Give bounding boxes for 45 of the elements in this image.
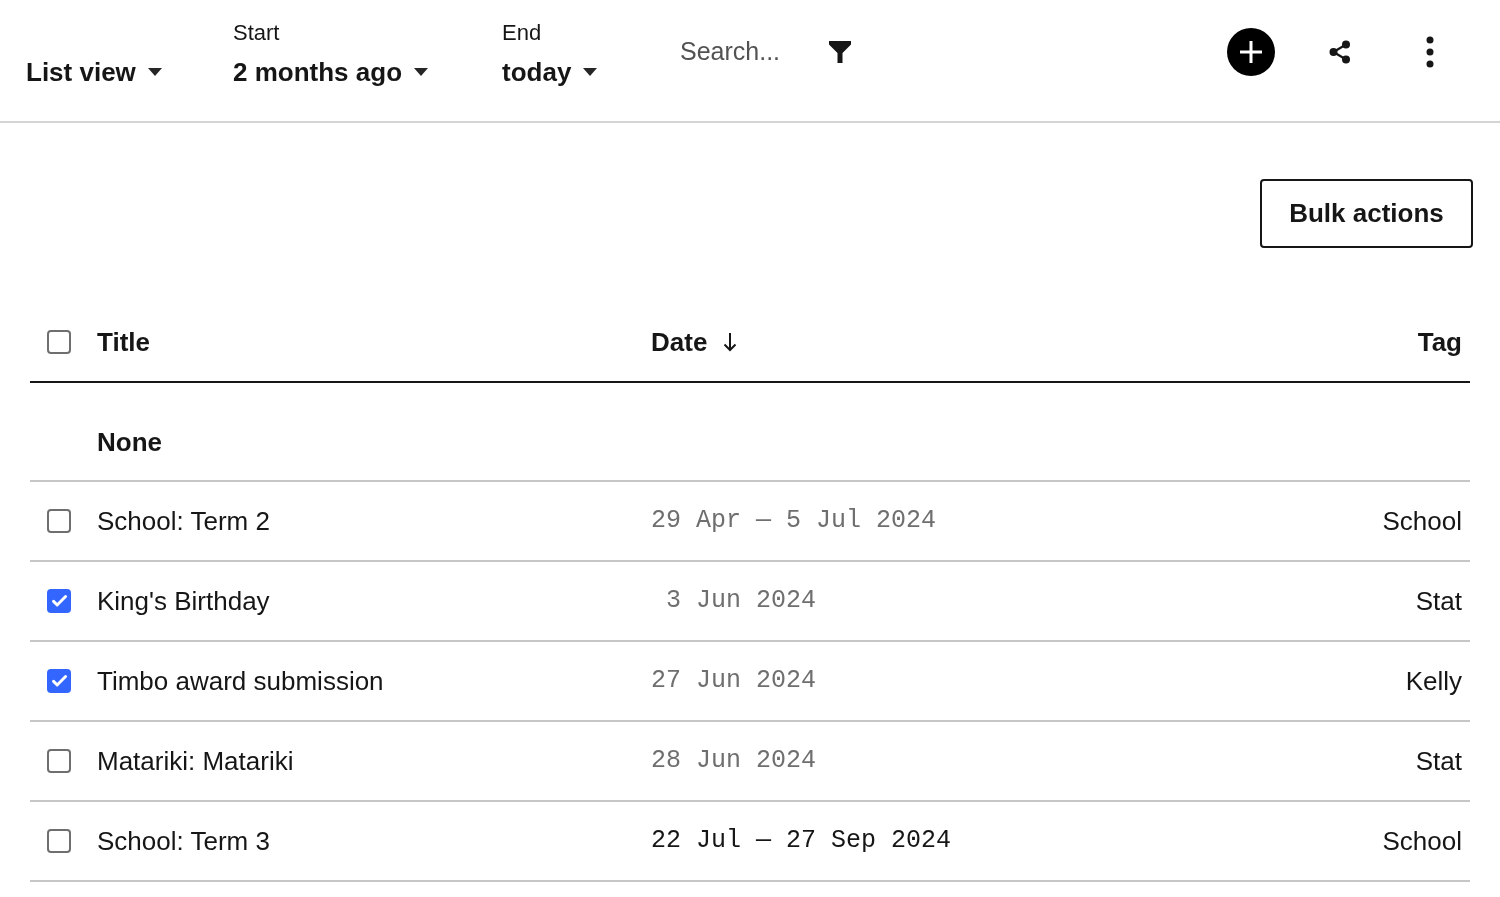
caret-down-icon (414, 68, 428, 76)
tag-cell-text: School (1382, 824, 1462, 858)
row-checkbox[interactable] (47, 589, 71, 613)
group-heading: None (97, 426, 162, 458)
title-cell-text: Timbo award submission (97, 664, 384, 698)
add-button[interactable] (1227, 28, 1275, 76)
date-cell-text: 22 Jul — 27 Sep 2024 (651, 825, 952, 858)
tag-cell-text: Kelly (1405, 664, 1462, 698)
end-label: End (502, 19, 542, 47)
caret-down-icon (147, 68, 162, 76)
column-header: Tag (1417, 325, 1462, 359)
title-cell-text: School: Term 2 (97, 504, 270, 538)
title-cell-text: School: Term 3 (97, 824, 270, 858)
row-checkbox[interactable] (47, 669, 71, 693)
start-dropdown[interactable]: 2 months ago (233, 56, 428, 88)
more-vertical-icon (1426, 36, 1434, 68)
filter-icon (829, 41, 851, 63)
end-dropdown[interactable]: today (502, 56, 598, 88)
start-label: Start (233, 19, 280, 47)
filter-button[interactable] (829, 41, 851, 63)
more-button[interactable] (1426, 36, 1434, 68)
check-icon (51, 595, 67, 607)
date-cell-text: 29 Apr — 5 Jul 2024 (651, 505, 937, 538)
date-cell-text: 28 Jun 2024 (651, 745, 817, 778)
select-all-checkbox[interactable] (47, 330, 71, 354)
column-header: Title (97, 325, 150, 359)
row-checkbox[interactable] (47, 509, 71, 533)
view-dropdown[interactable]: List view (26, 56, 162, 88)
share-icon (1329, 40, 1351, 64)
tag-cell-text: Stat (1415, 584, 1462, 618)
date-sort-header[interactable]: Date (651, 322, 738, 362)
caret-down-icon (583, 68, 598, 76)
date-cell-text: 3 Jun 2024 (665, 585, 817, 618)
plus-circle-icon (1227, 28, 1275, 76)
title-cell-text: King's Birthday (97, 584, 270, 618)
share-button[interactable] (1329, 40, 1351, 64)
date-cell-text: 27 Jun 2024 (651, 665, 817, 698)
check-icon (51, 675, 67, 687)
row-checkbox[interactable] (47, 829, 71, 853)
row-checkbox[interactable] (47, 749, 71, 773)
tag-cell-text: School (1382, 504, 1462, 538)
title-cell-text: Matariki: Matariki (97, 744, 294, 778)
search-field[interactable]: Search... (680, 36, 820, 68)
bulk-actions-button[interactable]: Bulk actions (1260, 179, 1473, 248)
tag-cell-text: Stat (1415, 744, 1462, 778)
